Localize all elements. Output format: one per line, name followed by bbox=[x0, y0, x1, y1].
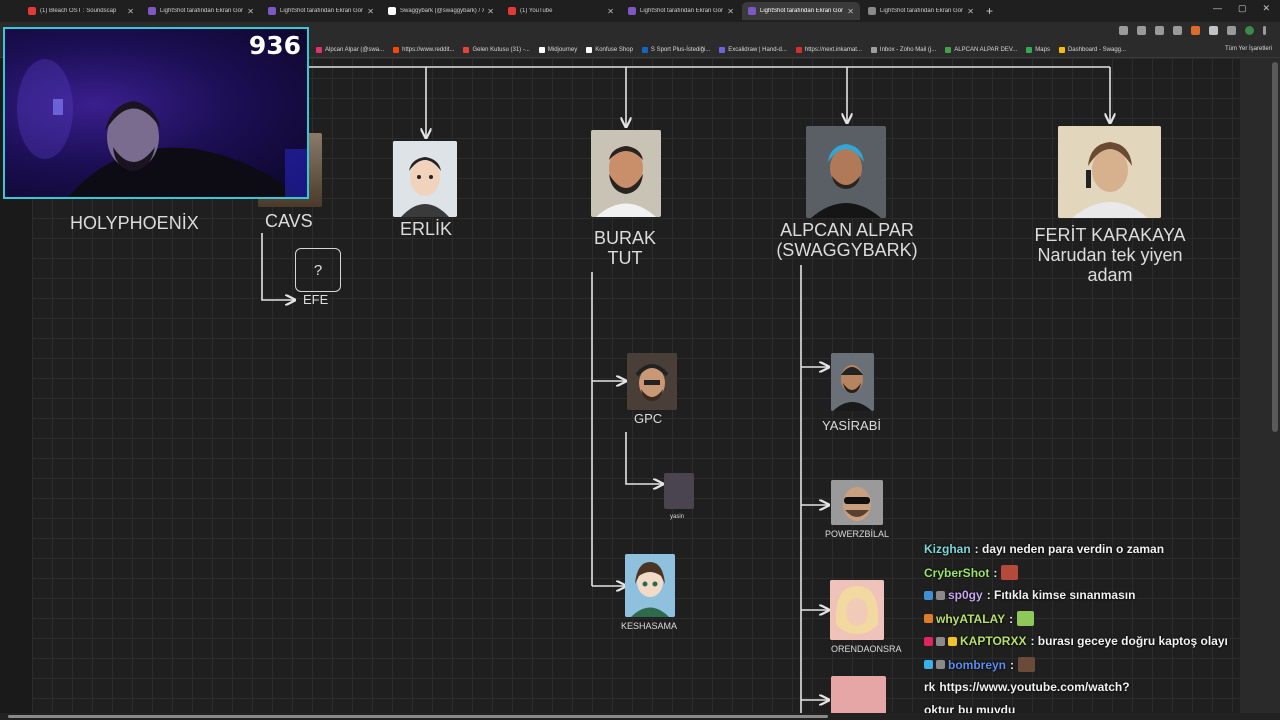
chat-badge-icon bbox=[924, 660, 933, 669]
alpcan-photo-icon bbox=[806, 126, 886, 218]
chat-emote-icon bbox=[1017, 611, 1035, 626]
chat-username: KAPTORXX bbox=[960, 634, 1027, 648]
chat-badge-icon bbox=[924, 636, 933, 646]
erlik-avatar bbox=[393, 141, 457, 217]
chat-username: sp0gy bbox=[948, 588, 983, 602]
node-cavs: CAVS bbox=[265, 211, 313, 231]
chat-message: bombreyn: bbox=[924, 657, 1036, 672]
ferit-photo-icon bbox=[1058, 126, 1161, 218]
chat-text: : bbox=[993, 565, 998, 580]
burak-photo bbox=[591, 130, 661, 217]
node-erlik: ERLİK bbox=[400, 219, 453, 239]
chat-text: https://www.youtube.com/watch? bbox=[939, 680, 1130, 694]
chat-badge-icon bbox=[924, 614, 933, 623]
keshasama-avatar bbox=[625, 554, 675, 617]
node-yasirabi: YASİRABİ bbox=[822, 418, 882, 433]
gpc-photo-icon bbox=[627, 353, 677, 410]
chat-badge-icon bbox=[936, 636, 945, 646]
ferit-photo bbox=[1058, 126, 1161, 218]
chat-badge-icon bbox=[924, 590, 933, 600]
unknown-node-box: ? bbox=[295, 248, 341, 292]
yasin-photo bbox=[664, 473, 694, 509]
node-burak: BURAK TUT bbox=[594, 228, 657, 269]
orendaonsra-photo bbox=[830, 580, 884, 640]
node-yasin: yasin bbox=[670, 514, 685, 520]
chat-badge-icon bbox=[936, 660, 945, 669]
chat-username: rk bbox=[924, 680, 936, 694]
node-powerzbilal: POWERZBİLAL bbox=[825, 529, 890, 539]
arrow-to-efe bbox=[261, 233, 295, 300]
chat-username: CryberShot bbox=[924, 565, 990, 580]
chat-message: whyATALAY: bbox=[924, 611, 1035, 626]
chat-text: : bbox=[1009, 611, 1014, 626]
chat-message: Kizghan: dayı neden para verdin o zaman bbox=[924, 542, 1164, 556]
powerzbilal-photo bbox=[831, 480, 883, 525]
burak-photo-icon bbox=[591, 130, 661, 217]
chat-emote-icon bbox=[1001, 565, 1019, 580]
chat-message: CryberShot: bbox=[924, 565, 1019, 580]
chat-text: : Fıtıkla kimse sınanmasın bbox=[986, 588, 1136, 602]
arrow-to-yasin bbox=[625, 432, 663, 484]
node-alpcan: ALPCAN ALPAR (SWAGGYBARK) bbox=[776, 220, 918, 261]
node-gpc: GPC bbox=[634, 411, 663, 426]
viewer-count: 936 bbox=[248, 31, 301, 60]
node-orendaonsra: ORENDAONSRA bbox=[831, 644, 902, 654]
stream-chat: Kizghan: dayı neden para verdin o zaman C… bbox=[924, 538, 1240, 720]
chat-message: rk https://www.youtube.com/watch? bbox=[924, 680, 1130, 694]
chat-badge-icon bbox=[948, 636, 957, 646]
gpc-photo bbox=[627, 353, 677, 410]
chat-username: bombreyn bbox=[948, 657, 1007, 672]
powerzbilal-photo-icon bbox=[831, 480, 883, 525]
node-keshasama: KESHASAMA bbox=[621, 621, 678, 631]
chat-message: KAPTORXX: burası geceye doğru kaptoş ola… bbox=[924, 634, 1228, 648]
chat-message: sp0gy: Fıtıkla kimse sınanmasın bbox=[924, 588, 1135, 602]
chat-text: : burası geceye doğru kaptoş olayı bbox=[1030, 634, 1228, 648]
node-efe: EFE bbox=[303, 292, 329, 307]
chat-username: whyATALAY bbox=[936, 611, 1006, 626]
yasirabi-photo-icon bbox=[831, 353, 874, 411]
alpcan-photo bbox=[806, 126, 886, 218]
chat-text: : dayı neden para verdin o zaman bbox=[974, 542, 1165, 556]
node-ferit: FERİT KARAKAYA Narudan tek yiyen adam bbox=[1034, 225, 1186, 286]
node-holyphoenix: HOLYPHOENİX bbox=[70, 213, 199, 233]
chat-text: : bbox=[1010, 657, 1015, 672]
orendaonsra-photo-icon bbox=[830, 580, 884, 640]
next-node-photo bbox=[831, 676, 886, 714]
horizontal-scrollbar-thumb[interactable] bbox=[8, 715, 828, 718]
keshasama-avatar-icon bbox=[625, 554, 675, 617]
chat-emote-icon bbox=[1018, 657, 1036, 672]
yasirabi-photo bbox=[831, 353, 874, 411]
chat-badge-icon bbox=[936, 590, 945, 600]
erlik-avatar-icon bbox=[393, 141, 457, 217]
chat-username: Kizghan bbox=[924, 542, 971, 556]
webcam-overlay: 936 bbox=[3, 27, 309, 199]
horizontal-scrollbar[interactable] bbox=[0, 713, 1280, 720]
